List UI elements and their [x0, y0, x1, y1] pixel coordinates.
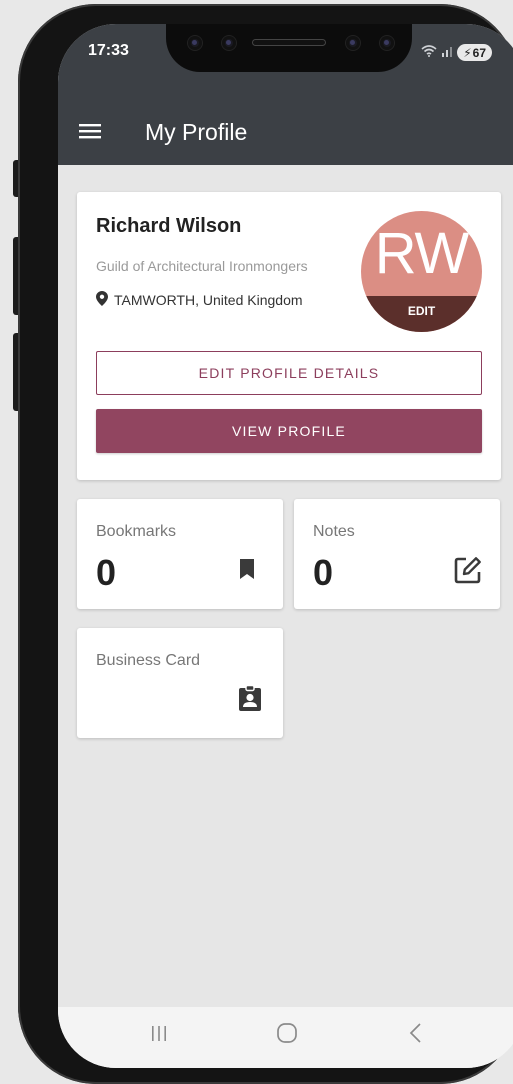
edit-note-icon [453, 555, 481, 584]
front-sensor-icon [222, 36, 236, 50]
page-title: My Profile [145, 119, 248, 145]
profile-location: TAMWORTH, United Kingdom [96, 291, 303, 309]
screen: 17:33 ⚡ 67 My Profile Richard Wilson Gui… [58, 24, 513, 1068]
avatar[interactable]: RW EDIT [361, 211, 482, 332]
phone-frame: 17:33 ⚡ 67 My Profile Richard Wilson Gui… [18, 4, 513, 1084]
face-id-sensor-icon [346, 36, 360, 50]
avatar-initials: RW [374, 221, 470, 286]
charging-icon: ⚡ [463, 45, 472, 60]
business-card-label: Business Card [96, 652, 201, 669]
battery-level: 67 [472, 45, 486, 60]
menu-icon[interactable] [78, 121, 104, 145]
bookmark-icon [236, 555, 264, 583]
status-time: 17:33 [88, 42, 129, 59]
location-pin-icon [96, 291, 108, 309]
earpiece-speaker [252, 39, 326, 46]
business-card-tile[interactable]: Business Card [77, 628, 283, 738]
status-icons: ⚡ 67 [421, 44, 492, 61]
camera-notch [166, 24, 412, 72]
signal-icon [441, 45, 453, 60]
bookmarks-count: 0 [96, 552, 117, 593]
avatar-edit-button[interactable]: EDIT [361, 296, 482, 332]
profile-name: Richard Wilson [96, 215, 242, 237]
front-camera-icon [188, 36, 202, 50]
profile-card: Richard Wilson Guild of Architectural Ir… [77, 192, 501, 480]
recent-apps-icon[interactable] [139, 1019, 179, 1047]
bookmarks-label: Bookmarks [96, 523, 177, 540]
location-text: TAMWORTH, United Kingdom [114, 292, 303, 308]
system-nav-bar [58, 1007, 513, 1068]
back-icon[interactable] [396, 1019, 436, 1047]
contact-badge-icon [236, 684, 264, 712]
notes-label: Notes [313, 523, 355, 540]
battery-indicator: ⚡ 67 [457, 44, 492, 61]
wifi-icon [421, 45, 437, 60]
profile-organisation: Guild of Architectural Ironmongers [96, 258, 308, 274]
edit-profile-details-button[interactable]: EDIT PROFILE DETAILS [96, 351, 482, 395]
proximity-sensor-icon [380, 36, 394, 50]
view-profile-button[interactable]: VIEW PROFILE [96, 409, 482, 453]
bookmarks-tile[interactable]: Bookmarks 0 [77, 499, 283, 609]
notes-tile[interactable]: Notes 0 [294, 499, 500, 609]
home-icon[interactable] [267, 1019, 307, 1047]
app-bar: 17:33 ⚡ 67 My Profile [58, 24, 513, 165]
notes-count: 0 [313, 552, 334, 593]
